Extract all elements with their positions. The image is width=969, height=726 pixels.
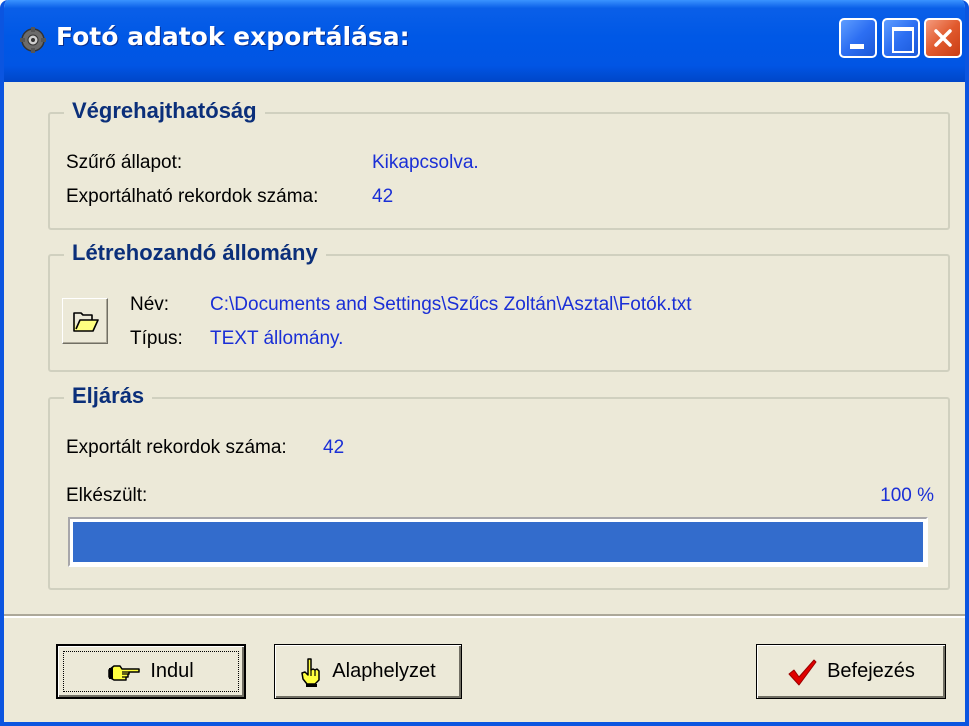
browse-folder-button[interactable]	[62, 298, 108, 344]
filter-status-value: Kikapcsolva.	[372, 152, 479, 173]
close-icon	[934, 29, 952, 47]
hand-up-icon	[301, 657, 321, 687]
finish-button[interactable]: Befejezés	[756, 644, 946, 699]
focus-rectangle	[63, 651, 239, 692]
file-name-label: Név:	[130, 294, 170, 315]
exported-records-value: 42	[323, 437, 345, 458]
folder-open-icon	[73, 312, 99, 332]
filter-status-label: Szűrő állapot:	[66, 152, 183, 173]
finish-button-label: Befejezés	[827, 660, 915, 682]
procedure-group: Eljárás Exportált rekordok száma: 42 Elk…	[48, 383, 950, 590]
checkmark-icon	[788, 659, 817, 685]
export-dialog: Fotó adatok exportálása: Végrehajthatósá…	[0, 0, 969, 726]
maximize-button[interactable]	[882, 18, 920, 58]
executability-title: Végrehajthatóság	[64, 98, 265, 124]
button-separator	[4, 614, 965, 618]
title-bar[interactable]: Fotó adatok exportálása:	[4, 0, 965, 82]
reset-button[interactable]: Alaphelyzet	[274, 644, 462, 699]
exportable-records-label: Exportálható rekordok száma:	[66, 186, 319, 207]
exportable-records-value: 42	[372, 186, 394, 207]
minimize-button[interactable]	[839, 18, 877, 58]
target-file-title: Létrehozandó állomány	[64, 240, 326, 266]
file-type-label: Típus:	[130, 328, 183, 349]
reset-button-label: Alaphelyzet	[332, 660, 436, 682]
file-name-value: C:\Documents and Settings\Szűcs Zoltán\A…	[210, 294, 692, 315]
window-title: Fotó adatok exportálása:	[56, 22, 410, 51]
progress-percent: 100 %	[880, 485, 934, 506]
file-type-value: TEXT állomány.	[210, 328, 344, 349]
start-button[interactable]: Indul	[56, 644, 246, 699]
progress-bar	[68, 517, 928, 567]
exported-records-label: Exportált rekordok száma:	[66, 437, 287, 458]
progress-fill	[73, 522, 923, 562]
app-icon	[20, 27, 46, 53]
target-file-group: Létrehozandó állomány Név: C:\Documents …	[48, 240, 950, 372]
executability-group: Végrehajthatóság Szűrő állapot: Kikapcso…	[48, 98, 950, 230]
close-button[interactable]	[924, 18, 962, 58]
done-label: Elkészült:	[66, 485, 148, 506]
procedure-title: Eljárás	[64, 383, 153, 409]
